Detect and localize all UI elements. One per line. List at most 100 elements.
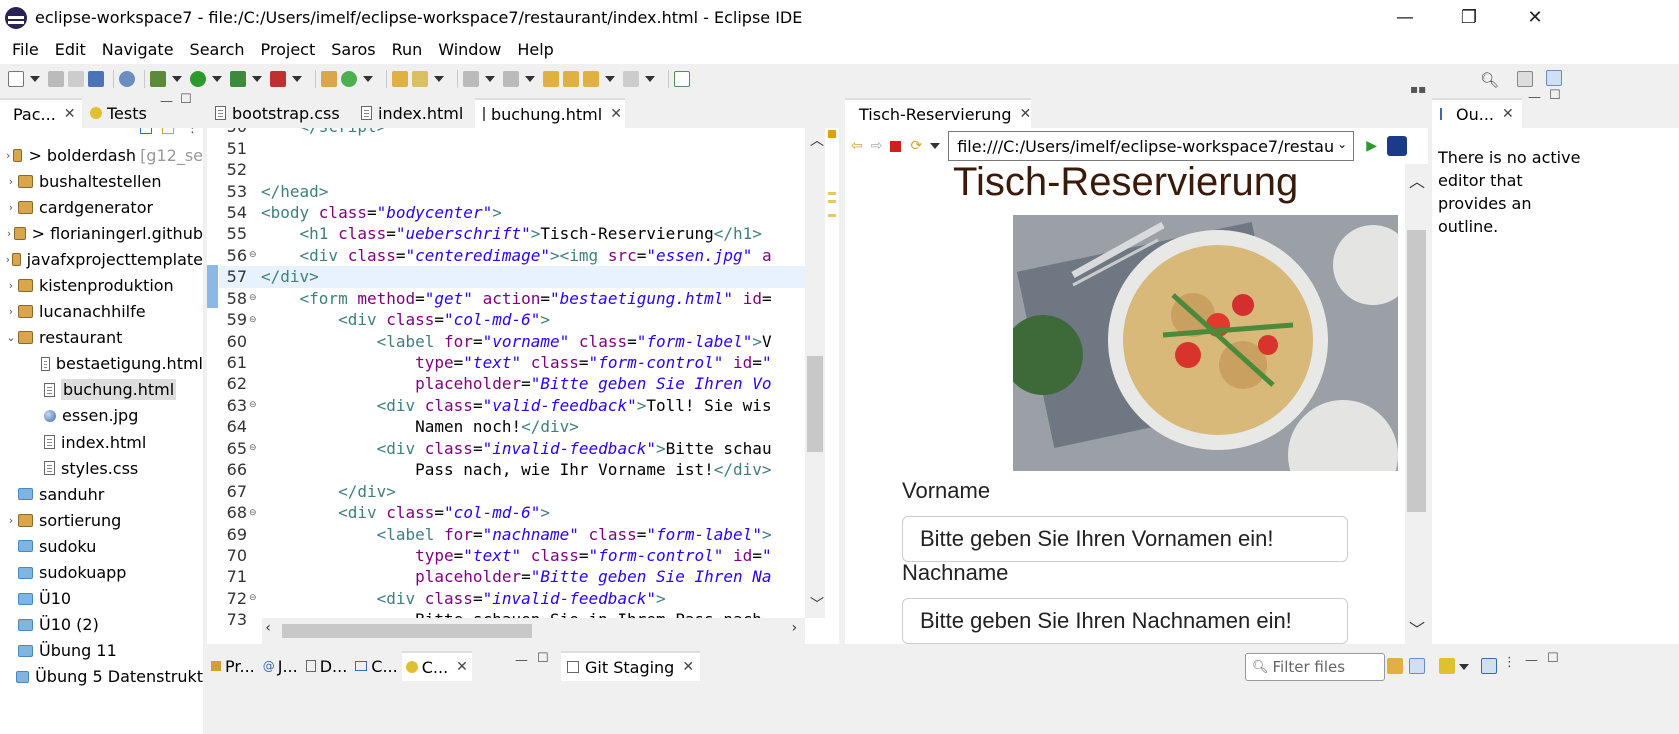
fold-toggle-icon[interactable]: ⊖	[249, 293, 261, 303]
fold-toggle-icon[interactable]: ⊖	[249, 593, 261, 603]
tab-git-staging[interactable]: Git Staging ✕	[561, 651, 701, 681]
forward-edit-icon[interactable]	[563, 71, 579, 87]
fold-toggle-icon[interactable]: ⊖	[249, 400, 261, 410]
tree-item[interactable]: › javafxprojecttemplate	[0, 246, 203, 272]
external-tools-icon[interactable]	[270, 71, 286, 87]
code-line[interactable]: 54 <body class="bodycenter">	[207, 202, 839, 223]
menu-search[interactable]: Search	[182, 40, 253, 59]
forward-dropdown-icon[interactable]	[645, 76, 655, 82]
tree-item[interactable]: › kistenproduktion	[0, 272, 203, 298]
refresh-icon[interactable]	[1387, 658, 1403, 674]
code-line[interactable]: 61 type="text" class="form-control" id="	[207, 352, 839, 373]
tree-item[interactable]: index.html	[0, 429, 203, 455]
tab-coverage[interactable]: C... ✕	[401, 651, 472, 681]
maximize-view-icon[interactable]: ☐	[180, 92, 192, 107]
view-menu-icon[interactable]: ⋮	[1503, 655, 1516, 670]
code-line[interactable]: 68 ⊖ <div class="col-md-6">	[207, 502, 839, 523]
java-perspective-icon[interactable]	[1546, 70, 1562, 86]
terminal-icon[interactable]	[88, 71, 104, 87]
tab-buchung-html[interactable]: buchung.html ✕	[475, 98, 625, 128]
code-line[interactable]: 56 ⊖ <div class="centeredimage"><img src=…	[207, 245, 839, 266]
tree-item[interactable]: › cardgenerator	[0, 194, 203, 220]
tab-problems[interactable]: Pr...	[207, 651, 259, 681]
collapse-all-icon[interactable]	[140, 128, 152, 134]
code-line[interactable]: 50 </script>	[207, 128, 839, 137]
debug-dropdown-icon[interactable]	[172, 76, 182, 82]
collapsed-arrow-icon[interactable]: ›	[4, 305, 18, 318]
scroll-thumb[interactable]	[807, 356, 823, 452]
commit-icon[interactable]	[1439, 658, 1455, 674]
tree-item[interactable]: › bushaltestellen	[0, 168, 203, 194]
layout-icon[interactable]	[1481, 658, 1497, 674]
search-dropdown-icon[interactable]	[434, 76, 444, 82]
save-icon[interactable]	[48, 71, 64, 87]
tab-bootstrap-css[interactable]: bootstrap.css	[207, 98, 353, 128]
scroll-thumb[interactable]	[1407, 230, 1426, 512]
minimize-view-icon[interactable]: —	[1528, 90, 1541, 105]
next-annotation-dropdown-icon[interactable]	[485, 76, 495, 82]
menu-help[interactable]: Help	[509, 40, 561, 59]
browser-vertical-scrollbar[interactable]: ︿ ﹀	[1405, 164, 1428, 644]
collapsed-arrow-icon[interactable]: ›	[4, 227, 14, 240]
tree-item[interactable]: styles.css	[0, 455, 203, 481]
back-icon[interactable]: ⇦	[851, 138, 863, 154]
skip-breakpoints-icon[interactable]	[119, 71, 135, 87]
menu-project[interactable]: Project	[253, 40, 324, 59]
code-line[interactable]: 60 <label for="vorname" class="form-labe…	[207, 330, 839, 351]
hscroll-thumb[interactable]	[282, 624, 532, 638]
previous-annotation-icon[interactable]	[503, 71, 519, 87]
tree-item[interactable]: buchung.html	[0, 377, 203, 403]
scroll-left-icon[interactable]: ‹	[264, 620, 272, 636]
restore-button[interactable]: ❐	[1434, 0, 1504, 35]
chevron-down-icon[interactable]: ⌄	[1337, 137, 1347, 151]
tree-item[interactable]: › sortierung	[0, 507, 203, 533]
url-field[interactable]: file:///C:/Users/imelf/eclipse-workspace…	[948, 131, 1355, 161]
tree-item[interactable]: sudokuapp	[0, 560, 203, 586]
minimize-view-icon[interactable]: —	[160, 94, 173, 109]
tree-item[interactable]: Übung 11	[0, 638, 203, 664]
close-icon[interactable]: ✕	[1502, 106, 1514, 122]
collapsed-arrow-icon[interactable]: ›	[4, 279, 18, 292]
close-icon[interactable]: ✕	[1020, 106, 1032, 122]
fold-toggle-icon[interactable]: ⊖	[249, 315, 261, 325]
maximize-view-icon[interactable]: ☐	[1549, 88, 1561, 103]
scroll-down-icon[interactable]: ﹀	[810, 594, 824, 614]
code-line[interactable]: 67 </div>	[207, 480, 839, 501]
run-dropdown-icon[interactable]	[212, 76, 222, 82]
new-class-dropdown-icon[interactable]	[363, 76, 373, 82]
search-icon[interactable]: 🔍︎	[1480, 71, 1499, 89]
scroll-right-icon[interactable]: ›	[790, 620, 798, 636]
forward-icon[interactable]: ⇨	[871, 138, 883, 154]
stop-icon[interactable]	[890, 140, 902, 152]
code-line[interactable]: 69 <label for="nachname" class="form-lab…	[207, 523, 839, 544]
menu-file[interactable]: File	[4, 40, 47, 59]
occurrence-marker[interactable]	[828, 214, 836, 217]
nachname-input[interactable]: Bitte geben Sie Ihren Nachnamen ein!	[902, 598, 1348, 644]
tab-tisch-reservierung[interactable]: Tisch-Reservierung ✕	[845, 98, 1031, 128]
maximize-view-icon[interactable]: ☐	[537, 651, 549, 666]
close-icon[interactable]: ✕	[682, 659, 694, 675]
code-line[interactable]: 52	[207, 159, 839, 180]
close-icon[interactable]: ✕	[456, 659, 468, 675]
code-line[interactable]: 72 ⊖ <div class="invalid-feedback">	[207, 588, 839, 609]
code-line[interactable]: 65 ⊖ <div class="invalid-feedback">Bitte …	[207, 438, 839, 459]
collapsed-arrow-icon[interactable]: ›	[4, 201, 18, 214]
code-line[interactable]: 66 Pass nach, wie Ihr Vorname ist!</div>	[207, 459, 839, 480]
tree-item[interactable]: Ü10 (2)	[0, 612, 203, 638]
previous-annotation-dropdown-icon[interactable]	[525, 76, 535, 82]
coverage-icon[interactable]	[230, 71, 246, 87]
new-java-class-icon[interactable]	[341, 71, 357, 87]
tree-item[interactable]: › > florianingerl.github	[0, 220, 203, 246]
tree-item[interactable]: sanduhr	[0, 481, 203, 507]
last-edit-location-icon[interactable]	[543, 71, 559, 87]
minimize-view-icon[interactable]: —	[1525, 653, 1538, 668]
tree-item[interactable]: › > bolderdash [g12_se	[0, 142, 203, 168]
scroll-up-icon[interactable]: ︿	[810, 130, 824, 150]
minimize-button[interactable]: —	[1370, 0, 1440, 35]
tree-item[interactable]: sudoku	[0, 533, 203, 559]
tree-item[interactable]: essen.jpg	[0, 403, 203, 429]
scroll-up-icon[interactable]: ︿	[1409, 168, 1425, 192]
tab-javadoc[interactable]: @ J...	[259, 651, 302, 681]
code-line[interactable]: 55 <h1 class="ueberschrift">Tisch-Reserv…	[207, 223, 839, 244]
warning-marker[interactable]	[828, 130, 836, 138]
